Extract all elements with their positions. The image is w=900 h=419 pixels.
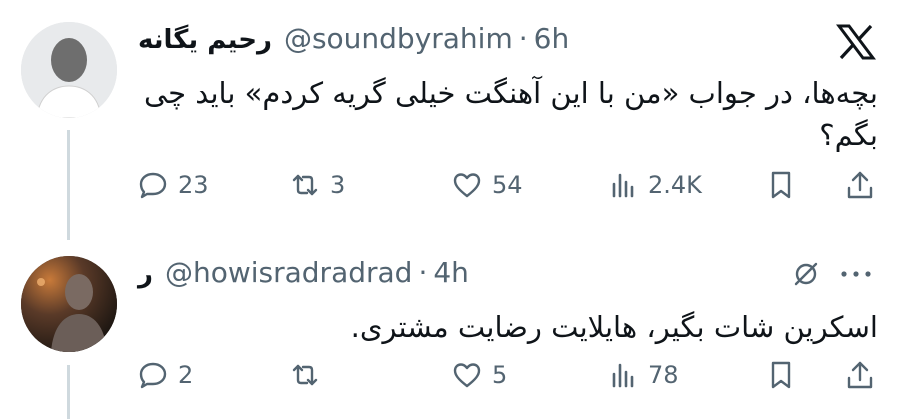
x-logo-icon[interactable]	[836, 24, 876, 64]
reply-share-button[interactable]	[845, 360, 875, 390]
retweet-button[interactable]: 3	[290, 170, 345, 200]
share-button[interactable]	[845, 170, 875, 200]
grok-slash-circle-icon[interactable]	[790, 258, 822, 294]
reply-like-count: 5	[492, 361, 508, 389]
reply-retweet-button[interactable]	[290, 360, 330, 390]
reply-display-name[interactable]: ر	[138, 259, 153, 289]
reply-like-button[interactable]: 5	[452, 360, 507, 390]
retweet-count: 3	[330, 171, 346, 199]
reply-reply-button[interactable]: 2	[138, 360, 193, 390]
thread-line-top	[67, 130, 70, 240]
reply-view-count: 78	[648, 361, 679, 389]
display-name[interactable]: رحیم یگانه	[138, 25, 272, 55]
heart-icon	[452, 170, 482, 200]
reply-avatar[interactable]	[21, 256, 117, 352]
reply-handle[interactable]: @howisradradrad	[165, 256, 412, 289]
tweet-header: رحیم یگانه @soundbyrahim · 6h	[138, 22, 569, 55]
reply-bookmark-button[interactable]	[766, 360, 796, 390]
view-count: 2.4K	[648, 171, 702, 199]
speech-bubble-icon	[138, 360, 168, 390]
retweet-icon	[290, 170, 320, 200]
reply-text: اسکرین شات بگیر، هایلایت رضایت مشتری.	[350, 310, 878, 344]
separator: ·	[518, 22, 528, 55]
timestamp[interactable]: 6h	[534, 22, 570, 55]
views-button[interactable]: 2.4K	[608, 170, 702, 200]
reply-separator: ·	[418, 256, 428, 289]
tweet-text: بچه‌ها، در جواب «من با این آهنگت خیلی گر…	[143, 76, 878, 152]
reply-avatar-photo-icon	[21, 256, 117, 352]
like-count: 54	[492, 171, 523, 199]
handle[interactable]: @soundbyrahim	[284, 22, 513, 55]
bookmark-icon	[766, 360, 796, 390]
heart-icon	[452, 360, 482, 390]
speech-bubble-icon	[138, 170, 168, 200]
bar-chart-icon	[608, 360, 638, 390]
bookmark-button[interactable]	[766, 170, 796, 200]
share-upload-icon	[845, 170, 875, 200]
bar-chart-icon	[608, 170, 638, 200]
thread-line-bottom	[67, 365, 70, 419]
reply-count: 23	[178, 171, 209, 199]
retweet-icon	[290, 360, 320, 390]
reply-timestamp[interactable]: 4h	[433, 256, 469, 289]
more-dots-icon[interactable]	[836, 258, 876, 294]
reply-views-button[interactable]: 78	[608, 360, 679, 390]
like-button[interactable]: 54	[452, 170, 523, 200]
reply-reply-count: 2	[178, 361, 194, 389]
share-upload-icon	[845, 360, 875, 390]
reply-button[interactable]: 23	[138, 170, 209, 200]
bookmark-icon	[766, 170, 796, 200]
avatar-silhouette-icon	[21, 22, 117, 118]
avatar[interactable]	[21, 22, 117, 118]
reply-header: ر @howisradradrad · 4h	[138, 256, 469, 289]
